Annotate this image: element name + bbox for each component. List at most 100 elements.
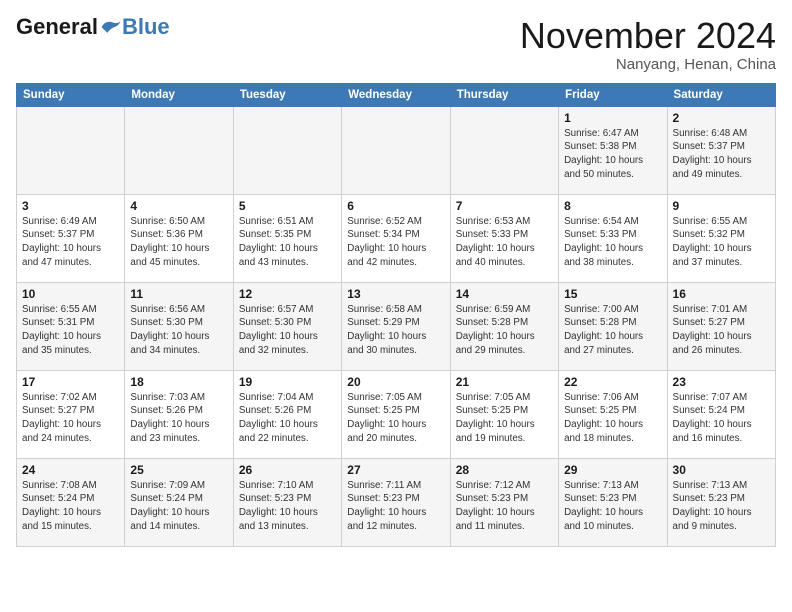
calendar-table: SundayMondayTuesdayWednesdayThursdayFrid… — [16, 83, 776, 547]
logo-bird-icon — [100, 18, 122, 36]
day-info: Sunrise: 6:56 AM Sunset: 5:30 PM Dayligh… — [130, 303, 227, 358]
calendar-week-row: 17Sunrise: 7:02 AM Sunset: 5:27 PM Dayli… — [17, 370, 776, 458]
header-tuesday: Tuesday — [233, 83, 341, 106]
calendar-week-row: 10 Sunrise: 6:55 AM Sunset: 5:31 PM Dayli… — [17, 282, 776, 370]
day-info: Sunrise: 6:58 AM Sunset: 5:29 PM Dayligh… — [347, 303, 444, 358]
calendar-cell: 10 Sunrise: 6:55 AM Sunset: 5:31 PM Dayli… — [17, 282, 125, 370]
day-info: Sunrise: 6:54 AM Sunset: 5:33 PM Dayligh… — [564, 215, 661, 270]
day-number: 5 — [239, 199, 336, 213]
header-wednesday: Wednesday — [342, 83, 450, 106]
calendar-cell: 22 Sunrise: 7:06 AM Sunset: 5:25 PM Dayli… — [559, 370, 667, 458]
logo-blue: Blue — [122, 16, 170, 38]
calendar-cell: 20 Sunrise: 7:05 AM Sunset: 5:25 PM Dayli… — [342, 370, 450, 458]
calendar-cell: 27 Sunrise: 7:11 AM Sunset: 5:23 PM Dayli… — [342, 458, 450, 546]
day-number: 4 — [130, 199, 227, 213]
day-number: 14 — [456, 287, 553, 301]
day-number: 25 — [130, 463, 227, 477]
day-info: Sunrise: 6:47 AM Sunset: 5:38 PM Dayligh… — [564, 127, 661, 182]
day-info: Sunrise: 7:03 AM Sunset: 5:26 PM Dayligh… — [130, 391, 227, 446]
header-sunday: Sunday — [17, 83, 125, 106]
calendar-cell: 1 Sunrise: 6:47 AM Sunset: 5:38 PM Daylig… — [559, 106, 667, 194]
day-number: 30 — [673, 463, 770, 477]
calendar-cell: 3Sunrise: 6:49 AM Sunset: 5:37 PM Daylig… — [17, 194, 125, 282]
calendar-cell — [450, 106, 558, 194]
calendar-week-row: 1 Sunrise: 6:47 AM Sunset: 5:38 PM Daylig… — [17, 106, 776, 194]
calendar-cell — [233, 106, 341, 194]
day-info: Sunrise: 6:59 AM Sunset: 5:28 PM Dayligh… — [456, 303, 553, 358]
calendar-cell: 8Sunrise: 6:54 AM Sunset: 5:33 PM Daylig… — [559, 194, 667, 282]
day-number: 13 — [347, 287, 444, 301]
calendar-cell: 18 Sunrise: 7:03 AM Sunset: 5:26 PM Dayli… — [125, 370, 233, 458]
calendar-cell: 4Sunrise: 6:50 AM Sunset: 5:36 PM Daylig… — [125, 194, 233, 282]
day-info: Sunrise: 7:06 AM Sunset: 5:25 PM Dayligh… — [564, 391, 661, 446]
day-info: Sunrise: 6:52 AM Sunset: 5:34 PM Dayligh… — [347, 215, 444, 270]
day-number: 7 — [456, 199, 553, 213]
calendar-cell: 21 Sunrise: 7:05 AM Sunset: 5:25 PM Dayli… — [450, 370, 558, 458]
day-number: 28 — [456, 463, 553, 477]
day-number: 18 — [130, 375, 227, 389]
day-number: 15 — [564, 287, 661, 301]
day-info: Sunrise: 7:13 AM Sunset: 5:23 PM Dayligh… — [673, 479, 770, 534]
calendar-cell: 19Sunrise: 7:04 AM Sunset: 5:26 PM Dayli… — [233, 370, 341, 458]
calendar-cell: 23 Sunrise: 7:07 AM Sunset: 5:24 PM Dayli… — [667, 370, 775, 458]
day-info: Sunrise: 7:00 AM Sunset: 5:28 PM Dayligh… — [564, 303, 661, 358]
calendar-cell: 14 Sunrise: 6:59 AM Sunset: 5:28 PM Dayli… — [450, 282, 558, 370]
day-info: Sunrise: 7:11 AM Sunset: 5:23 PM Dayligh… — [347, 479, 444, 534]
calendar-week-row: 3Sunrise: 6:49 AM Sunset: 5:37 PM Daylig… — [17, 194, 776, 282]
day-number: 26 — [239, 463, 336, 477]
day-number: 9 — [673, 199, 770, 213]
page-header: General Blue November 2024 Nanyang, Hena… — [16, 16, 776, 73]
day-info: Sunrise: 7:08 AM Sunset: 5:24 PM Dayligh… — [22, 479, 119, 534]
header-monday: Monday — [125, 83, 233, 106]
calendar-cell — [342, 106, 450, 194]
day-info: Sunrise: 6:51 AM Sunset: 5:35 PM Dayligh… — [239, 215, 336, 270]
header-friday: Friday — [559, 83, 667, 106]
day-info: Sunrise: 7:01 AM Sunset: 5:27 PM Dayligh… — [673, 303, 770, 358]
calendar-cell: 7Sunrise: 6:53 AM Sunset: 5:33 PM Daylig… — [450, 194, 558, 282]
day-number: 20 — [347, 375, 444, 389]
day-number: 10 — [22, 287, 119, 301]
day-info: Sunrise: 7:10 AM Sunset: 5:23 PM Dayligh… — [239, 479, 336, 534]
day-info: Sunrise: 6:49 AM Sunset: 5:37 PM Dayligh… — [22, 215, 119, 270]
day-info: Sunrise: 7:09 AM Sunset: 5:24 PM Dayligh… — [130, 479, 227, 534]
calendar-cell: 9Sunrise: 6:55 AM Sunset: 5:32 PM Daylig… — [667, 194, 775, 282]
day-info: Sunrise: 7:07 AM Sunset: 5:24 PM Dayligh… — [673, 391, 770, 446]
day-info: Sunrise: 7:13 AM Sunset: 5:23 PM Dayligh… — [564, 479, 661, 534]
calendar-cell: 30 Sunrise: 7:13 AM Sunset: 5:23 PM Dayli… — [667, 458, 775, 546]
calendar-cell: 17Sunrise: 7:02 AM Sunset: 5:27 PM Dayli… — [17, 370, 125, 458]
logo-general: General — [16, 16, 98, 38]
day-info: Sunrise: 6:57 AM Sunset: 5:30 PM Dayligh… — [239, 303, 336, 358]
calendar-week-row: 24 Sunrise: 7:08 AM Sunset: 5:24 PM Dayli… — [17, 458, 776, 546]
day-number: 21 — [456, 375, 553, 389]
day-number: 2 — [673, 111, 770, 125]
title-block: November 2024 Nanyang, Henan, China — [520, 16, 776, 73]
day-info: Sunrise: 7:12 AM Sunset: 5:23 PM Dayligh… — [456, 479, 553, 534]
day-info: Sunrise: 7:02 AM Sunset: 5:27 PM Dayligh… — [22, 391, 119, 446]
day-info: Sunrise: 7:05 AM Sunset: 5:25 PM Dayligh… — [347, 391, 444, 446]
day-number: 27 — [347, 463, 444, 477]
calendar-cell: 24 Sunrise: 7:08 AM Sunset: 5:24 PM Dayli… — [17, 458, 125, 546]
day-number: 19 — [239, 375, 336, 389]
calendar-cell: 5 Sunrise: 6:51 AM Sunset: 5:35 PM Daylig… — [233, 194, 341, 282]
calendar-header-row: SundayMondayTuesdayWednesdayThursdayFrid… — [17, 83, 776, 106]
calendar-cell: 15 Sunrise: 7:00 AM Sunset: 5:28 PM Dayli… — [559, 282, 667, 370]
day-number: 1 — [564, 111, 661, 125]
header-saturday: Saturday — [667, 83, 775, 106]
header-thursday: Thursday — [450, 83, 558, 106]
calendar-cell: 26 Sunrise: 7:10 AM Sunset: 5:23 PM Dayli… — [233, 458, 341, 546]
calendar-cell: 6Sunrise: 6:52 AM Sunset: 5:34 PM Daylig… — [342, 194, 450, 282]
calendar-cell: 2 Sunrise: 6:48 AM Sunset: 5:37 PM Daylig… — [667, 106, 775, 194]
day-info: Sunrise: 6:55 AM Sunset: 5:31 PM Dayligh… — [22, 303, 119, 358]
day-number: 23 — [673, 375, 770, 389]
location-subtitle: Nanyang, Henan, China — [520, 56, 776, 73]
day-info: Sunrise: 6:48 AM Sunset: 5:37 PM Dayligh… — [673, 127, 770, 182]
calendar-cell: 29Sunrise: 7:13 AM Sunset: 5:23 PM Dayli… — [559, 458, 667, 546]
calendar-cell — [17, 106, 125, 194]
day-number: 11 — [130, 287, 227, 301]
calendar-cell: 11 Sunrise: 6:56 AM Sunset: 5:30 PM Dayli… — [125, 282, 233, 370]
day-number: 24 — [22, 463, 119, 477]
calendar-cell: 12Sunrise: 6:57 AM Sunset: 5:30 PM Dayli… — [233, 282, 341, 370]
day-info: Sunrise: 7:05 AM Sunset: 5:25 PM Dayligh… — [456, 391, 553, 446]
logo: General Blue — [16, 16, 170, 38]
day-number: 22 — [564, 375, 661, 389]
